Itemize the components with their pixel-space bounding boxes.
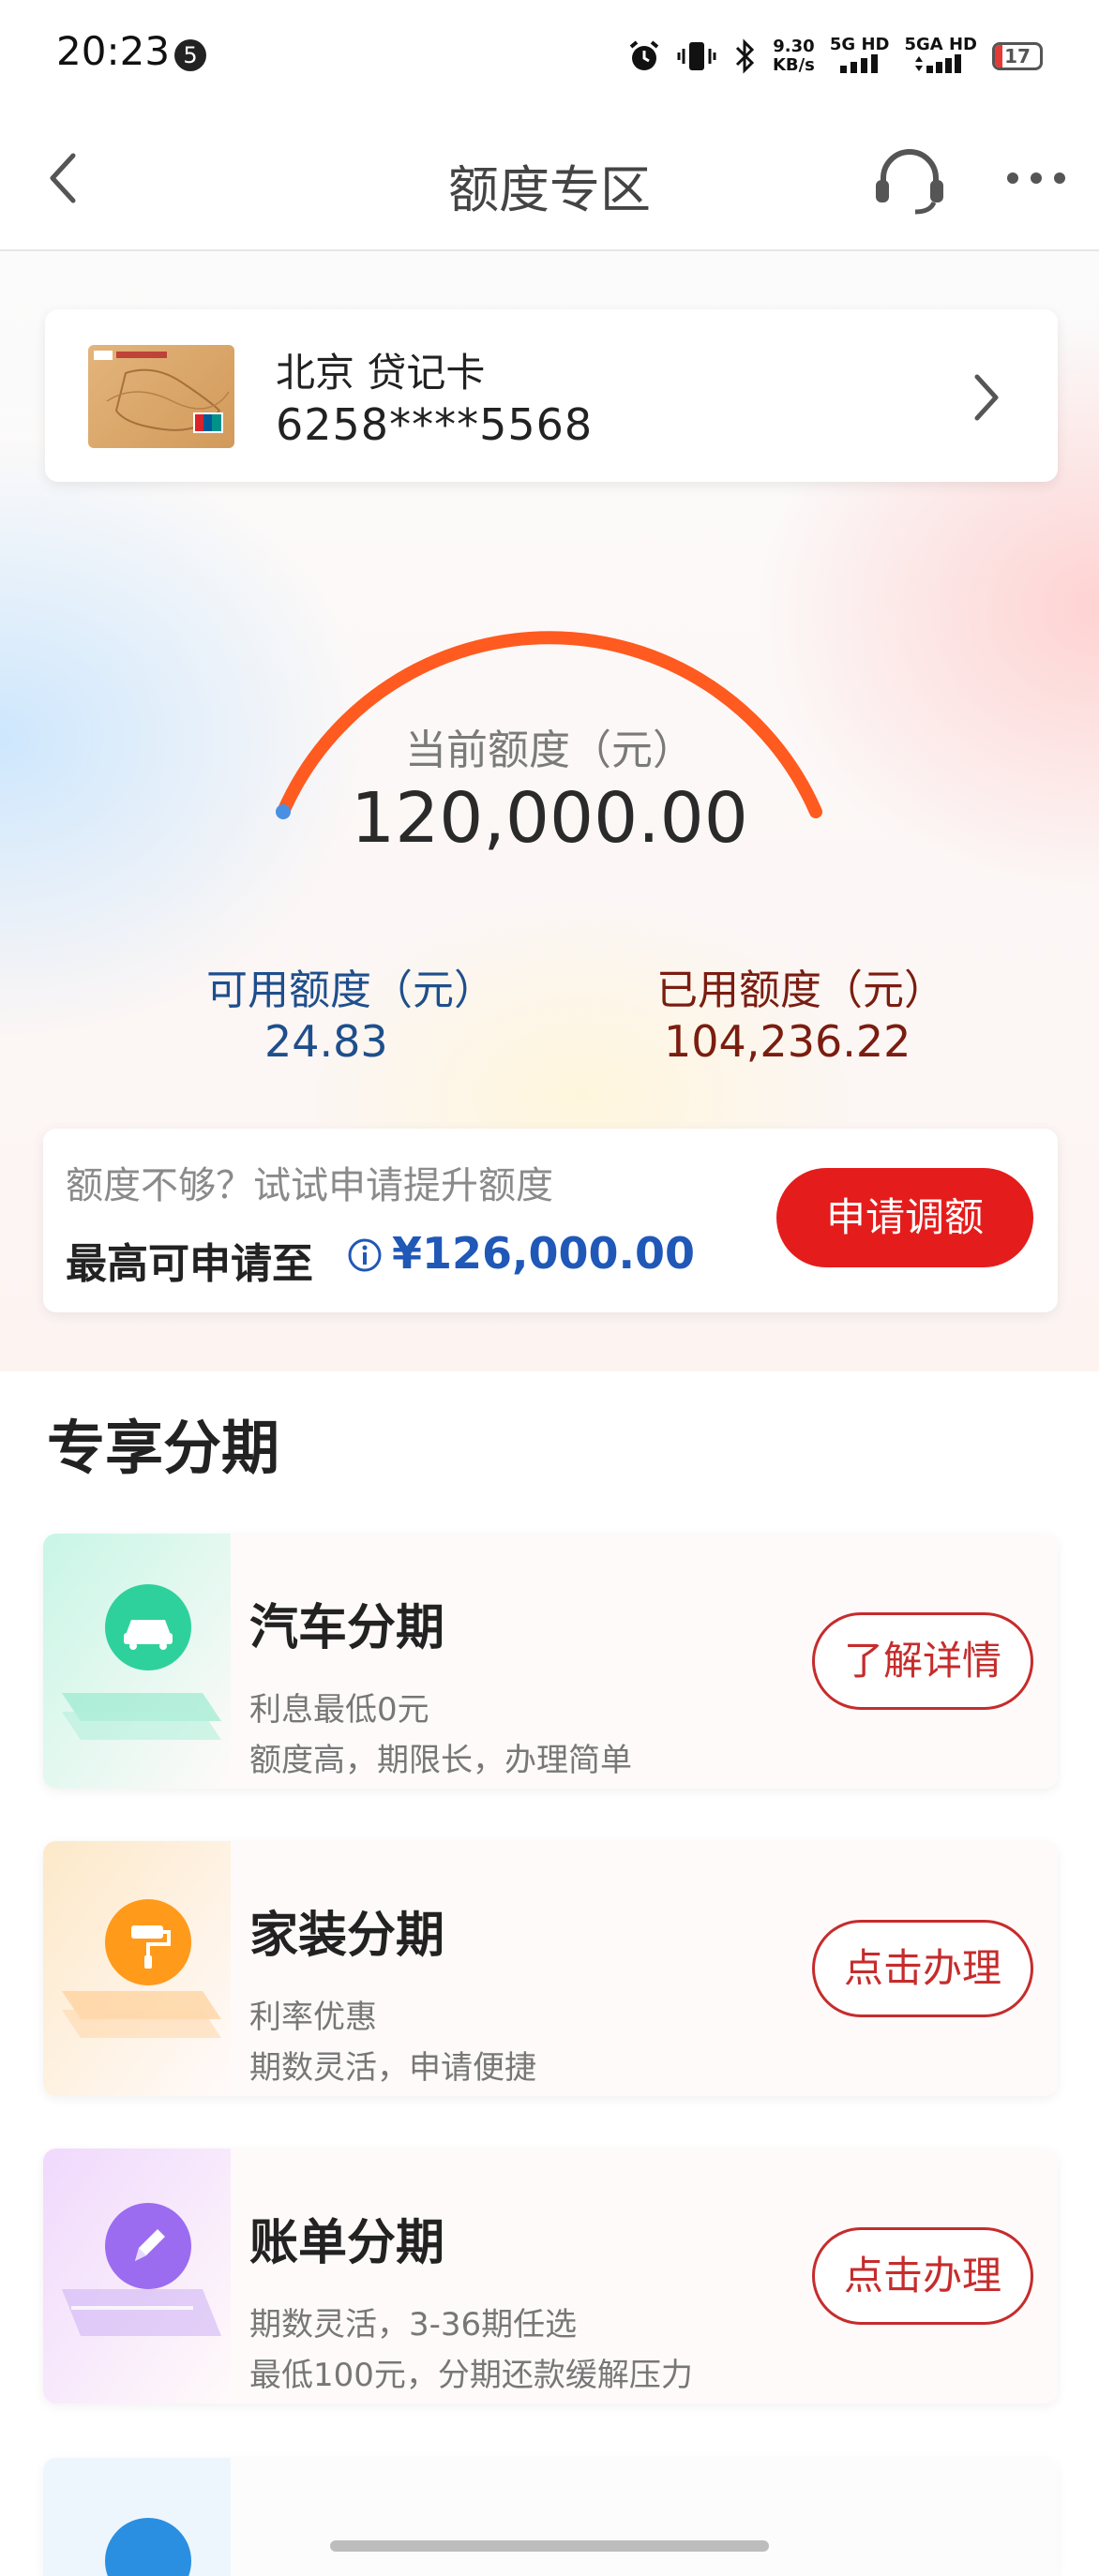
status-icons: 9.30 KB/s 5G HD 5GA HD 17 — [626, 28, 1043, 84]
promo-card-partial[interactable] — [43, 2458, 1058, 2576]
promo-subtitle: 利率优惠 — [249, 1999, 377, 2036]
status-time: 20:23 — [56, 28, 171, 74]
promo-description: 额度高，期限长，办理简单 — [249, 1742, 632, 1779]
promo-action-button[interactable]: 点击办理 — [812, 1920, 1033, 2017]
card-name: 北京 贷记卡 — [276, 350, 486, 396]
promo-subtitle: 利息最低0元 — [249, 1691, 429, 1729]
current-credit-label: 当前额度（元） — [405, 726, 694, 774]
battery-percent: 17 — [1004, 45, 1031, 67]
current-credit-value: 120,000.00 — [351, 778, 748, 859]
raise-hint: 额度不够？试试申请提升额度 — [66, 1164, 553, 1207]
net-speed-value: 9.30 — [773, 37, 815, 56]
promo-title: 汽车分期 — [249, 1600, 445, 1656]
home-loan-illustration — [43, 1841, 231, 2096]
signal-bars-icon — [915, 53, 962, 73]
promo-action-button[interactable]: 了解详情 — [812, 1612, 1033, 1710]
sim1-label: 5G HD — [829, 34, 890, 54]
battery-icon: 17 — [992, 42, 1043, 70]
sim1-signal: 5G HD — [829, 34, 890, 78]
card-map-graphic — [94, 351, 230, 433]
net-speed-unit: KB/s — [772, 55, 815, 75]
available-credit-label: 可用额度（元） — [206, 966, 495, 1014]
home-indicator[interactable] — [330, 2540, 769, 2552]
card-selector[interactable]: 北京 贷记卡 6258****5568 — [45, 309, 1058, 482]
alarm-icon — [629, 40, 659, 70]
header: 额度专区 — [0, 112, 1099, 251]
sim2-signal: 5GA HD — [904, 34, 977, 78]
used-credit-label: 已用额度（元） — [656, 966, 945, 1014]
promo-description: 最低100元，分期还款缓解压力 — [249, 2357, 693, 2394]
promo-card-car[interactable]: 汽车分期 利息最低0元 额度高，期限长，办理简单 了解详情 — [43, 1534, 1058, 1789]
credit-hero: 北京 贷记卡 6258****5568 当前额度（元） 120,000.00 可… — [0, 251, 1099, 1371]
raise-max-amount: ¥126,000.00 — [392, 1228, 696, 1279]
car-loan-illustration — [43, 1534, 231, 1789]
signal-bars-icon — [839, 53, 878, 73]
info-icon[interactable] — [347, 1237, 383, 1273]
section-title: 专享分期 — [47, 1414, 280, 1482]
card-image — [88, 345, 234, 448]
status-bar: 20:23 5 9.30 KB/s 5G HD 5GA HD 17 — [0, 0, 1099, 112]
credit-raise-panel: 额度不够？试试申请提升额度 最高可申请至 ¥126,000.00 申请调额 — [43, 1129, 1058, 1312]
vibrate-icon — [677, 42, 716, 70]
partial-promo-illustration — [43, 2458, 231, 2576]
bluetooth-icon — [735, 38, 755, 74]
promo-action-button[interactable]: 点击办理 — [812, 2227, 1033, 2325]
promo-title: 账单分期 — [249, 2215, 445, 2271]
available-credit-value: 24.83 — [264, 1016, 388, 1067]
more-icon[interactable] — [1003, 150, 1069, 206]
promo-card-home-decoration[interactable]: 家装分期 利率优惠 期数灵活，申请便捷 点击办理 — [43, 1841, 1058, 2096]
card-number: 6258****5568 — [276, 399, 594, 450]
apply-raise-button[interactable]: 申请调额 — [776, 1168, 1033, 1267]
promo-card-bill-installment[interactable]: 账单分期 期数灵活，3-36期任选 最低100元，分期还款缓解压力 点击办理 — [43, 2149, 1058, 2404]
net-speed: 9.30 KB/s — [773, 37, 815, 75]
bill-installment-illustration — [43, 2149, 231, 2404]
notification-badge: 5 — [174, 39, 206, 71]
chevron-right-icon — [974, 374, 999, 421]
promo-subtitle: 期数灵活，3-36期任选 — [249, 2306, 578, 2344]
sim2-label: 5GA HD — [904, 34, 977, 54]
promo-title: 家装分期 — [249, 1908, 445, 1964]
customer-service-icon[interactable] — [872, 146, 947, 217]
used-credit-value: 104,236.22 — [664, 1016, 911, 1067]
promo-description: 期数灵活，申请便捷 — [249, 2049, 536, 2087]
raise-max-label: 最高可申请至 — [66, 1240, 313, 1288]
